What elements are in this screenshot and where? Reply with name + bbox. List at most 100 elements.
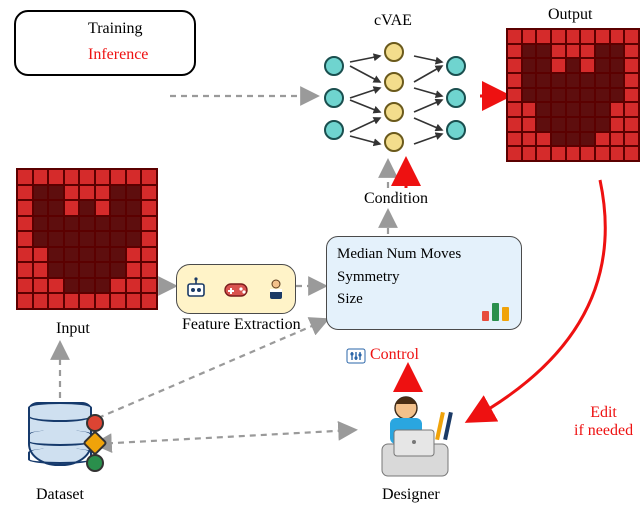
grid-cell xyxy=(566,44,581,59)
grid-cell xyxy=(110,185,126,201)
grid-cell xyxy=(580,88,595,103)
grid-cell xyxy=(95,216,111,232)
grid-cell xyxy=(610,73,625,88)
grid-cell xyxy=(48,262,64,278)
input-label: Input xyxy=(56,320,90,338)
cvae-node xyxy=(324,120,344,140)
bars-icon xyxy=(482,303,509,321)
grid-cell xyxy=(79,200,95,216)
grid-cell xyxy=(33,262,49,278)
grid-cell xyxy=(580,73,595,88)
legend-box: Training Inference xyxy=(14,10,196,76)
grid-cell xyxy=(95,247,111,263)
grid-cell xyxy=(595,146,610,161)
grid-cell xyxy=(522,117,537,132)
grid-cell xyxy=(95,293,111,309)
grid-cell xyxy=(79,262,95,278)
grid-cell xyxy=(522,29,537,44)
grid-cell xyxy=(64,278,80,294)
grid-cell xyxy=(141,262,157,278)
grid-cell xyxy=(580,44,595,59)
grid-cell xyxy=(536,73,551,88)
grid-cell xyxy=(522,58,537,73)
cvae-node xyxy=(324,56,344,76)
grid-cell xyxy=(110,262,126,278)
grid-cell xyxy=(566,58,581,73)
gamepad-icon xyxy=(222,276,250,302)
grid-cell xyxy=(610,58,625,73)
grid-cell xyxy=(126,247,142,263)
grid-cell xyxy=(551,146,566,161)
grid-cell xyxy=(624,132,639,147)
grid-cell xyxy=(536,44,551,59)
grid-cell xyxy=(48,216,64,232)
grid-cell xyxy=(110,278,126,294)
grid-cell xyxy=(610,44,625,59)
grid-cell xyxy=(95,278,111,294)
grid-cell xyxy=(126,278,142,294)
grid-cell xyxy=(580,132,595,147)
diagram-canvas: Training Inference Input Output cVAE Con… xyxy=(0,0,640,513)
grid-cell xyxy=(126,200,142,216)
condition-label: Condition xyxy=(364,190,428,208)
output-puzzle xyxy=(506,28,640,162)
grid-cell xyxy=(595,88,610,103)
grid-cell xyxy=(64,216,80,232)
grid-cell xyxy=(580,29,595,44)
cvae-node xyxy=(446,88,466,108)
grid-cell xyxy=(33,293,49,309)
grid-cell xyxy=(624,146,639,161)
grid-cell xyxy=(610,132,625,147)
grid-cell xyxy=(551,29,566,44)
grid-cell xyxy=(624,73,639,88)
grid-cell xyxy=(595,29,610,44)
grid-cell xyxy=(522,132,537,147)
grid-cell xyxy=(79,216,95,232)
grid-cell xyxy=(580,58,595,73)
grid-cell xyxy=(79,185,95,201)
cvae-node xyxy=(446,120,466,140)
legend-training-label: Training xyxy=(88,20,143,38)
grid-cell xyxy=(48,278,64,294)
grid-cell xyxy=(610,29,625,44)
grid-cell xyxy=(64,200,80,216)
grid-cell xyxy=(17,262,33,278)
grid-cell xyxy=(95,262,111,278)
grid-cell xyxy=(141,169,157,185)
grid-cell xyxy=(536,88,551,103)
grid-cell xyxy=(17,293,33,309)
grid-cell xyxy=(17,185,33,201)
cvae-node xyxy=(384,132,404,152)
legend-inference-label: Inference xyxy=(88,46,148,64)
grid-cell xyxy=(126,185,142,201)
grid-cell xyxy=(17,231,33,247)
grid-cell xyxy=(48,247,64,263)
grid-cell xyxy=(566,102,581,117)
grid-cell xyxy=(17,247,33,263)
grid-cell xyxy=(536,132,551,147)
grid-cell xyxy=(48,231,64,247)
dataset-icon xyxy=(28,402,92,478)
grid-cell xyxy=(17,200,33,216)
grid-cell xyxy=(610,88,625,103)
cvae-node xyxy=(384,72,404,92)
legend-training: Training xyxy=(28,20,143,38)
grid-cell xyxy=(33,231,49,247)
grid-cell xyxy=(79,169,95,185)
grid-cell xyxy=(126,216,142,232)
cvae-node xyxy=(446,56,466,76)
grid-cell xyxy=(64,185,80,201)
grid-cell xyxy=(566,132,581,147)
grid-cell xyxy=(507,29,522,44)
grid-cell xyxy=(64,262,80,278)
metric-item: Symmetry xyxy=(337,266,511,289)
grid-cell xyxy=(141,278,157,294)
grid-cell xyxy=(551,73,566,88)
grid-cell xyxy=(64,231,80,247)
grid-cell xyxy=(141,185,157,201)
cvae-node xyxy=(384,42,404,62)
grid-cell xyxy=(624,44,639,59)
grid-cell xyxy=(507,58,522,73)
grid-cell xyxy=(33,278,49,294)
grid-cell xyxy=(624,117,639,132)
